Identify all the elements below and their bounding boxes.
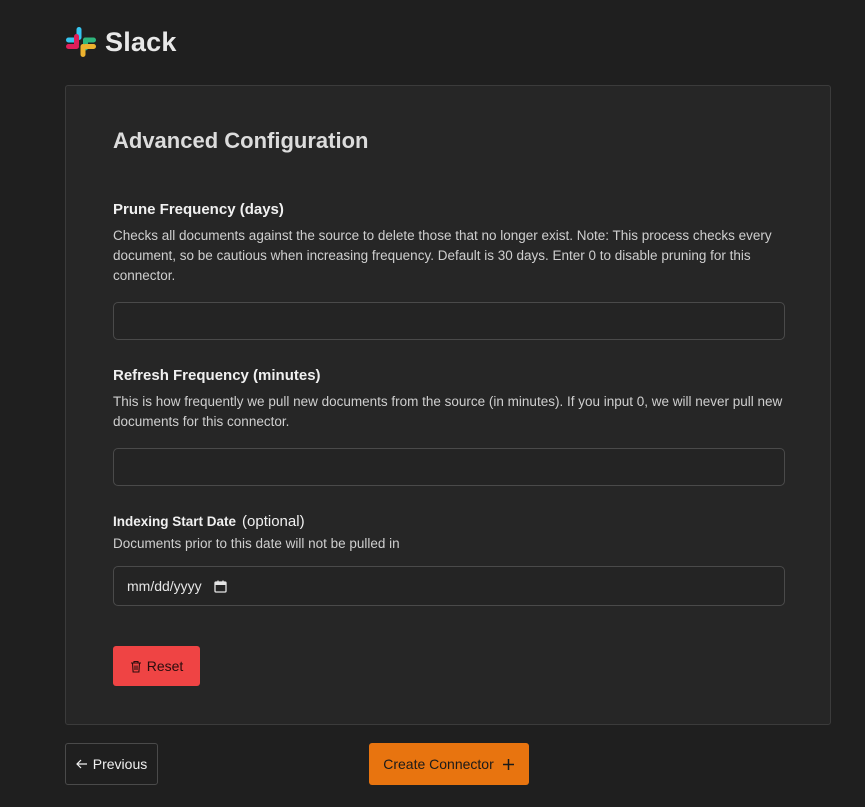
arrow-left-icon: [75, 759, 87, 769]
refresh-frequency-section: Refresh Frequency (minutes) This is how …: [113, 367, 785, 432]
advanced-config-card: Advanced Configuration Prune Frequency (…: [65, 85, 831, 725]
date-placeholder: mm/dd/yyyy: [127, 578, 202, 594]
reset-button-label: Reset: [146, 658, 184, 674]
prune-frequency-section: Prune Frequency (days) Checks all docume…: [113, 201, 785, 286]
previous-button[interactable]: Previous: [65, 743, 158, 785]
prune-frequency-label: Prune Frequency (days): [113, 201, 284, 218]
brand-name: Slack: [105, 26, 177, 57]
app-header: Slack: [65, 26, 177, 58]
refresh-frequency-input[interactable]: [113, 448, 785, 486]
previous-button-label: Previous: [92, 756, 148, 772]
optional-tag: (optional): [242, 513, 305, 530]
indexing-start-date-input[interactable]: mm/dd/yyyy: [113, 566, 785, 606]
create-connector-button[interactable]: Create Connector: [369, 743, 529, 785]
calendar-icon[interactable]: [214, 580, 227, 593]
create-connector-button-label: Create Connector: [383, 756, 494, 772]
indexing-start-date-section: Indexing Start Date (optional) Documents …: [113, 513, 785, 554]
refresh-frequency-description: This is how frequently we pull new docum…: [113, 394, 783, 429]
refresh-frequency-label: Refresh Frequency (minutes): [113, 367, 321, 384]
prune-frequency-description: Checks all documents against the source …: [113, 228, 772, 283]
slack-logo-icon: [66, 27, 96, 57]
trash-icon: [130, 660, 141, 673]
prune-frequency-input[interactable]: [113, 302, 785, 340]
indexing-start-date-label: Indexing Start Date (optional): [113, 513, 785, 530]
indexing-start-date-label-text: Indexing Start Date: [113, 514, 237, 529]
reset-button[interactable]: Reset: [113, 646, 200, 686]
plus-icon: [502, 758, 514, 770]
page-title: Advanced Configuration: [113, 128, 369, 153]
indexing-start-date-description: Documents prior to this date will not be…: [113, 536, 400, 551]
